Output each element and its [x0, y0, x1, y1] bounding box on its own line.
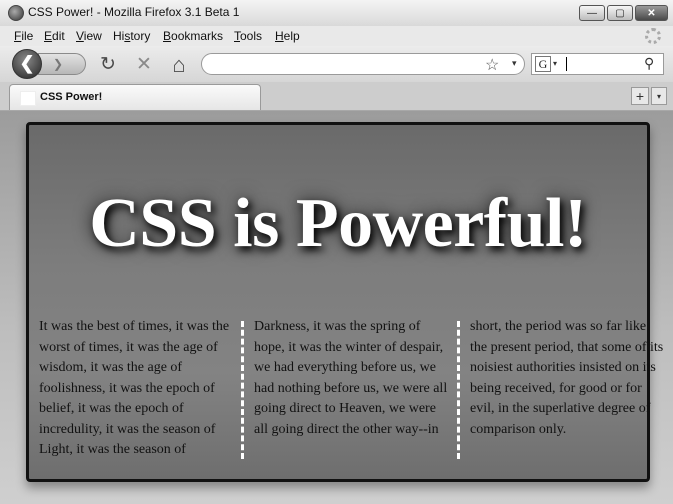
- column-divider-1: [241, 321, 244, 459]
- text-column-3: short, the period was so far like the pr…: [470, 319, 664, 437]
- text-caret: [566, 57, 567, 71]
- reload-icon[interactable]: ↻: [97, 54, 119, 76]
- forward-button[interactable]: ❯: [38, 53, 86, 75]
- firefox-icon: [8, 5, 24, 21]
- menu-edit[interactable]: Edit: [44, 29, 65, 43]
- page-viewport: CSS is Powerful! It was the best of time…: [0, 111, 673, 504]
- tab-css-power[interactable]: CSS Power!: [9, 84, 261, 110]
- menu-history[interactable]: History: [113, 29, 150, 43]
- menu-file[interactable]: File: [14, 29, 33, 43]
- url-history-dropdown-icon[interactable]: ▾: [512, 58, 517, 69]
- menu-help[interactable]: Help: [275, 29, 300, 43]
- home-icon[interactable]: ⌂: [168, 54, 190, 76]
- window-title: CSS Power! - Mozilla Firefox 3.1 Beta 1: [28, 5, 240, 19]
- search-icon[interactable]: ⚲: [644, 55, 654, 72]
- text-column-1: It was the best of times, it was the wor…: [39, 319, 230, 457]
- maximize-button[interactable]: ▢: [607, 5, 633, 21]
- menu-bar: File Edit View History Bookmarks Tools H…: [0, 26, 673, 46]
- tab-list-button[interactable]: ▾: [651, 87, 667, 105]
- menu-tools[interactable]: Tools: [234, 29, 262, 43]
- text-column-2: Darkness, it was the spring of hope, it …: [254, 319, 448, 437]
- tab-favicon-icon: [20, 91, 36, 106]
- column-divider-2: [457, 321, 460, 459]
- navigation-toolbar: ❯ ❮ ↻ ✕ ⌂ ☆ ▾ G ▾ ⚲: [0, 46, 673, 82]
- stop-icon[interactable]: ✕: [133, 54, 155, 76]
- menu-bookmarks[interactable]: Bookmarks: [163, 29, 223, 43]
- page-favicon-icon: [212, 57, 228, 71]
- url-bar[interactable]: ☆ ▾: [201, 53, 525, 75]
- tab-title: CSS Power!: [40, 91, 103, 103]
- throbber-icon: [645, 28, 661, 44]
- search-engine-icon[interactable]: G: [535, 56, 551, 72]
- title-bar: CSS Power! - Mozilla Firefox 3.1 Beta 1 …: [0, 0, 673, 27]
- tab-strip: CSS Power! + ▾: [0, 82, 673, 111]
- close-button[interactable]: ✕: [635, 5, 668, 21]
- search-input[interactable]: G ▾ ⚲: [531, 53, 664, 75]
- page-headline: CSS is Powerful!: [89, 185, 587, 262]
- back-button[interactable]: ❮: [12, 49, 42, 79]
- bookmark-star-icon[interactable]: ☆: [485, 55, 499, 75]
- menu-view[interactable]: View: [76, 29, 102, 43]
- search-engine-dropdown-icon[interactable]: ▾: [553, 59, 557, 68]
- content-panel: CSS is Powerful! It was the best of time…: [26, 122, 663, 482]
- minimize-button[interactable]: —: [579, 5, 605, 21]
- new-tab-button[interactable]: +: [631, 87, 649, 105]
